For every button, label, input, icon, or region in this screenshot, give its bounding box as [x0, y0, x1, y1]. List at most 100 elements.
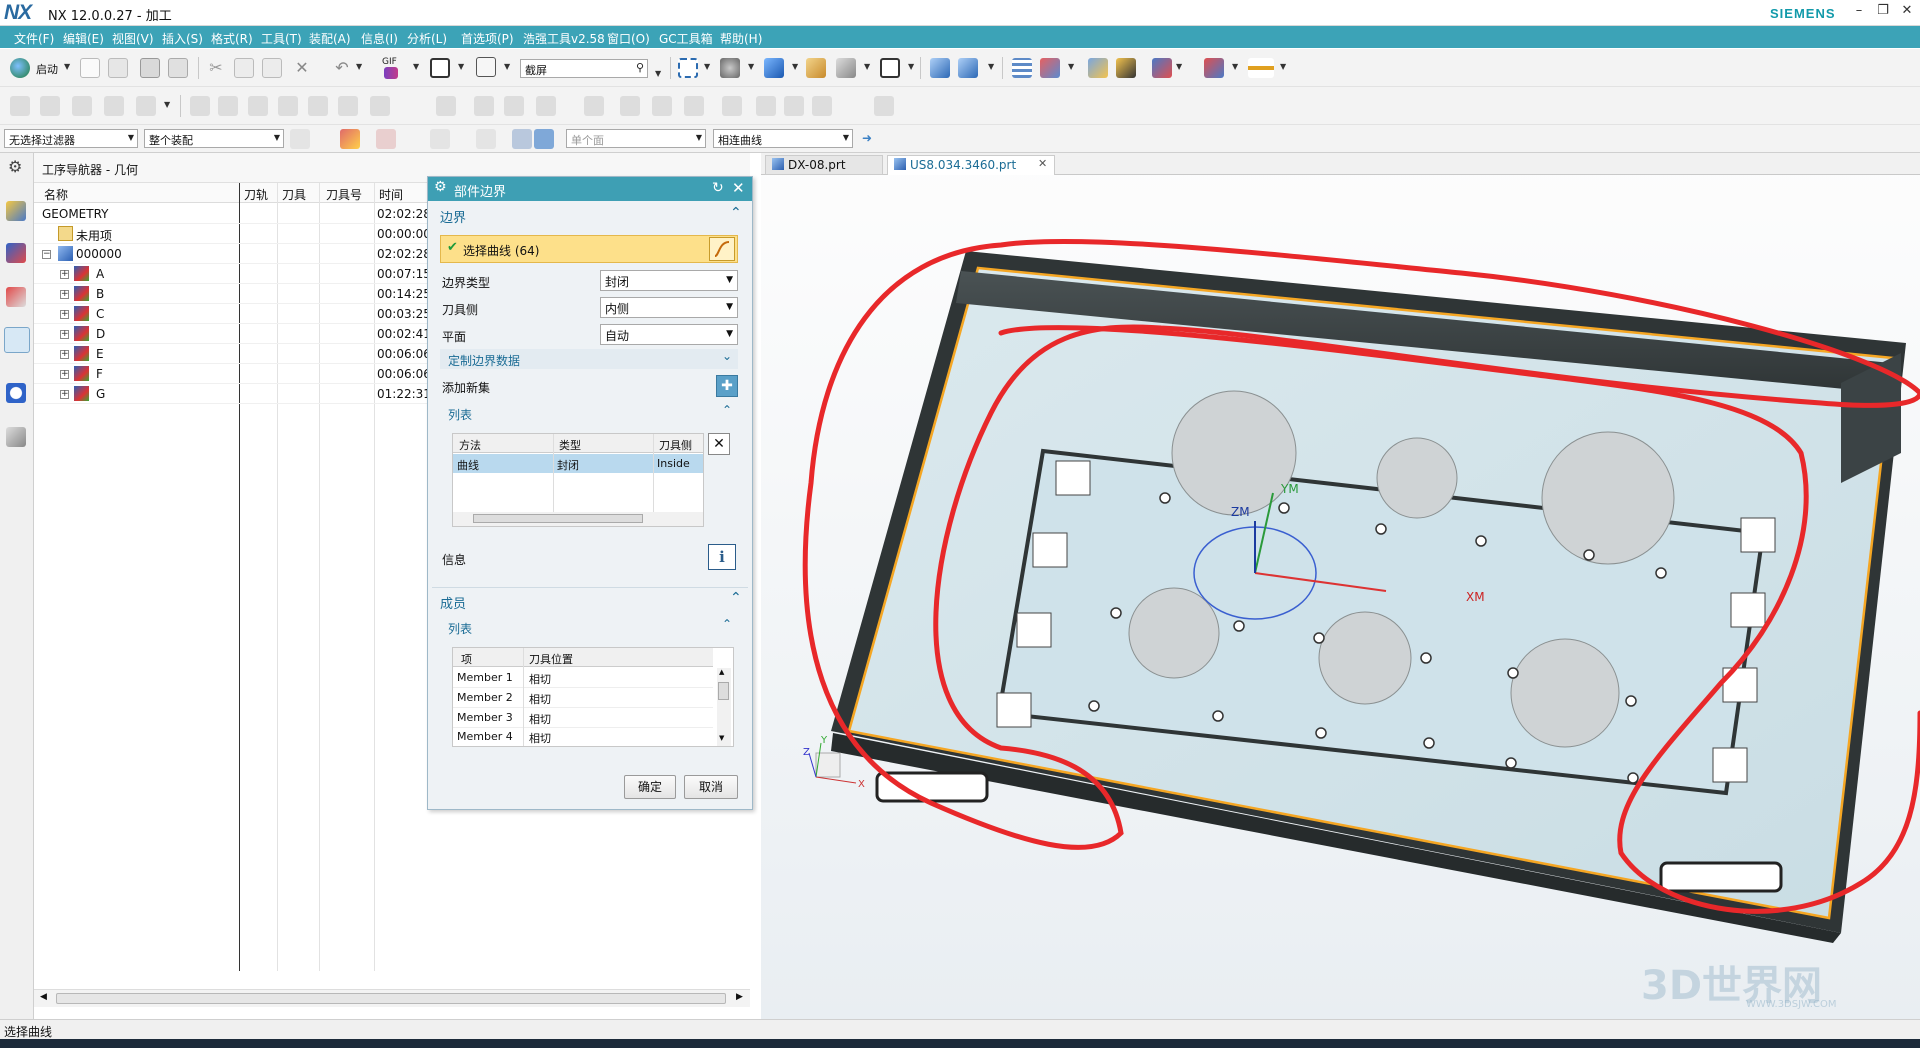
save-icon[interactable]	[140, 58, 160, 78]
col-tool[interactable]: 刀具	[282, 186, 306, 203]
measure-dropdown-icon[interactable]: ▼	[1280, 62, 1288, 71]
stock-icon[interactable]	[812, 96, 832, 116]
deselect-icon[interactable]	[376, 129, 396, 149]
work-view-dropdown-icon[interactable]: ▼	[908, 62, 916, 71]
fit-view-icon[interactable]	[678, 58, 698, 78]
ipw-icon[interactable]	[536, 96, 556, 116]
type-filter-select[interactable]: 无选择过滤器 ▼	[4, 129, 138, 148]
dialog-title-bar[interactable]: ⚙ 部件边界 ↻ ✕	[428, 177, 752, 201]
menu-preferences[interactable]: 首选项(P)	[461, 30, 514, 47]
curve-select-button[interactable]	[709, 237, 735, 261]
hide-dropdown-icon[interactable]: ▼	[864, 62, 872, 71]
face-select-icon[interactable]	[512, 129, 532, 149]
copy-icon[interactable]	[234, 58, 254, 78]
create-geometry-icon[interactable]	[72, 96, 92, 116]
navigator-horizontal-scrollbar[interactable]: ◀ ▶	[34, 989, 750, 1007]
expand-caret-icon[interactable]: ⌄	[722, 349, 732, 363]
list-ops-icon[interactable]	[1012, 58, 1032, 78]
menu-analysis[interactable]: 分析(L)	[407, 30, 447, 47]
menu-tools[interactable]: 工具(T)	[261, 30, 302, 47]
table-row[interactable]: Member 2 相切	[453, 688, 713, 708]
capture-dropdown-icon[interactable]: ▼	[458, 62, 466, 71]
boundary-section-header[interactable]: 边界 ⌃	[432, 205, 748, 227]
machine-navigator-icon[interactable]	[6, 287, 26, 307]
part-navigator-icon[interactable]	[6, 201, 26, 221]
assembly-dropdown-icon[interactable]: ▼	[988, 62, 996, 71]
create-method-icon[interactable]	[104, 96, 124, 116]
expand-icon[interactable]: +	[60, 390, 69, 399]
csys-icon[interactable]	[1204, 58, 1224, 78]
members-vscrollbar[interactable]: ▲ ▼	[717, 668, 731, 746]
scroll-left-icon[interactable]: ◀	[40, 992, 47, 1002]
operation-dropdown-icon[interactable]: ▼	[164, 100, 172, 109]
remove-set-button[interactable]: ✕	[708, 433, 730, 455]
measure-icon[interactable]	[1248, 58, 1274, 78]
minimize-button[interactable]: –	[1848, 3, 1870, 23]
create-operation-icon[interactable]	[136, 96, 156, 116]
table-row[interactable]: Member 1 相切	[453, 668, 713, 688]
assembly-navigator-icon[interactable]	[6, 243, 26, 263]
move-component-icon[interactable]	[930, 58, 950, 78]
settings-gear-icon[interactable]: ⚙	[8, 157, 22, 176]
face-rule-select[interactable]: 单个面 ▼	[566, 129, 706, 148]
gouge-check-icon[interactable]	[504, 96, 524, 116]
undo-icon[interactable]: ↶	[332, 58, 352, 78]
expand-icon[interactable]: +	[60, 270, 69, 279]
assembly-constraint-icon[interactable]	[958, 58, 978, 78]
render-dropdown-icon[interactable]: ▼	[748, 62, 756, 71]
restore-button[interactable]: ❐	[1872, 3, 1894, 23]
menu-gc-toolbox[interactable]: GC工具箱	[659, 30, 713, 47]
list-section-header[interactable]: 列表 ⌃	[440, 403, 738, 423]
members-section-header[interactable]: 成员 ⌃	[432, 587, 748, 612]
expand-icon[interactable]: +	[60, 290, 69, 299]
postprocess-icon[interactable]	[1116, 58, 1136, 78]
cut-object-icon[interactable]	[338, 96, 358, 116]
undo-dropdown-icon[interactable]: ▼	[356, 62, 364, 71]
feature-group-icon[interactable]	[784, 96, 804, 116]
curve-rule-select[interactable]: 相连曲线 ▼	[713, 129, 853, 148]
machine-tool-icon[interactable]	[1152, 58, 1172, 78]
gif-dropdown-icon[interactable]: ▼	[413, 62, 421, 71]
open-file-icon[interactable]	[108, 58, 128, 78]
col-toolpath[interactable]: 刀轨	[244, 186, 268, 203]
hide-icon[interactable]	[836, 58, 856, 78]
menu-format[interactable]: 格式(R)	[211, 30, 253, 47]
record-gif-icon[interactable]	[384, 67, 398, 79]
shaded-view-icon[interactable]	[764, 58, 784, 78]
collapse-caret-icon[interactable]: ⌃	[730, 590, 742, 606]
toolpath-dropdown-icon[interactable]: ▼	[1068, 62, 1076, 71]
scroll-thumb[interactable]	[718, 682, 729, 700]
new-file-icon[interactable]	[80, 58, 100, 78]
members-list-header[interactable]: 列表 ⌃	[440, 617, 738, 637]
add-set-button[interactable]: ✚	[716, 375, 738, 397]
table-row[interactable]: Member 3 相切	[453, 708, 713, 728]
menu-haoqiang-tools[interactable]: 浩强工具v2.58	[523, 30, 605, 47]
postprocess-2-icon[interactable]	[684, 96, 704, 116]
custom-data-header[interactable]: 定制边界数据 ⌄	[440, 349, 738, 369]
close-button[interactable]: ✕	[1896, 3, 1918, 23]
csys-dropdown-icon[interactable]: ▼	[1232, 62, 1240, 71]
program-order-view-icon[interactable]	[190, 96, 210, 116]
print-icon[interactable]	[168, 58, 188, 78]
graphics-viewport[interactable]: XM YM ZM X Y Z 3D世界网 WWW.3DSJW.COM	[761, 153, 1920, 1019]
snap-icon[interactable]	[290, 129, 310, 149]
verify-toolpath-icon[interactable]	[1088, 58, 1108, 78]
scroll-thumb[interactable]	[473, 514, 643, 523]
menu-file[interactable]: 文件(F)	[14, 30, 54, 47]
cancel-button[interactable]: 取消	[684, 775, 738, 799]
expand-icon[interactable]: +	[60, 350, 69, 359]
reset-icon[interactable]: ↻	[712, 180, 724, 196]
info-dropdown-icon[interactable]: ▼	[504, 62, 512, 71]
list-ops-2-icon[interactable]	[584, 96, 604, 116]
toolpath-list-icon[interactable]	[436, 96, 456, 116]
expand-icon[interactable]: +	[60, 370, 69, 379]
fit-dropdown-icon[interactable]: ▼	[704, 62, 712, 71]
menu-info[interactable]: 信息(I)	[361, 30, 398, 47]
toolpath-replay-icon[interactable]	[474, 96, 494, 116]
display-object-icon[interactable]	[370, 96, 390, 116]
ok-button[interactable]: 确定	[624, 775, 676, 799]
scroll-thumb[interactable]	[56, 993, 726, 1004]
boundary-type-select[interactable]: 封闭 ▼	[600, 270, 738, 291]
arrow-right-icon[interactable]: ➜	[862, 131, 872, 145]
point-snap-icon[interactable]	[430, 129, 450, 149]
